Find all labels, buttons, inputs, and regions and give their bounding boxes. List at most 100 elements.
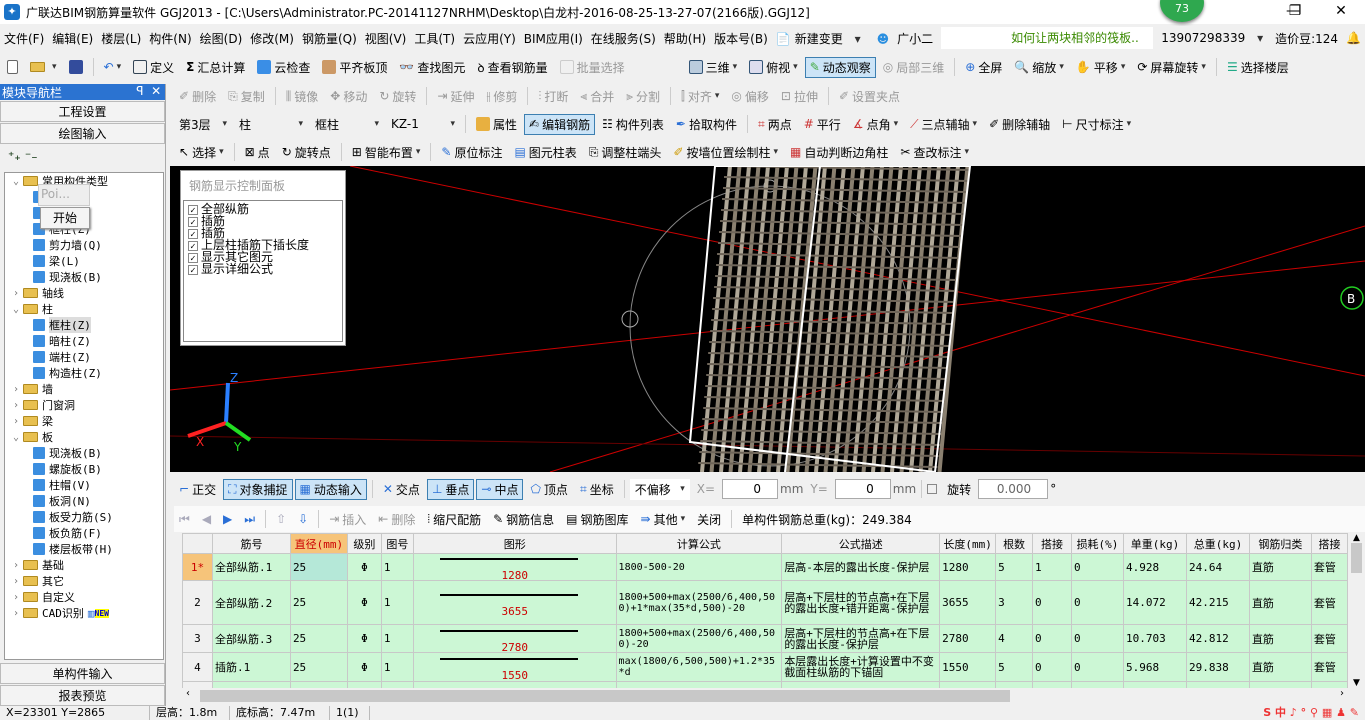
edit-tool-button[interactable]: ⇥ 延伸 — [432, 86, 479, 107]
tree-item[interactable]: 剪力墙(Q) — [5, 237, 163, 253]
tree-item[interactable]: 端柱(Z) — [5, 349, 163, 365]
table-cell[interactable]: 0 — [1071, 580, 1124, 625]
check-annotation-button[interactable]: ✂ 查改标注 ▾ — [895, 142, 974, 163]
menu-help[interactable]: 帮助(H) — [660, 30, 710, 47]
insert-row-button[interactable]: ⇥ 插入 — [324, 509, 371, 530]
drawing-input-button[interactable]: 绘图输入 — [0, 123, 165, 144]
new-change-button[interactable]: 📄 新建变更 ▾ — [772, 30, 869, 47]
rebar-display-option[interactable]: ✓ 显示详细公式 — [188, 263, 338, 275]
new-file-button[interactable] — [2, 58, 23, 76]
menu-cloud[interactable]: 云应用(Y) — [459, 30, 520, 47]
snap-button[interactable]: ⊥ 垂点 — [426, 478, 475, 500]
draw-by-wall-button[interactable]: ✐ 按墙位置绘制柱 ▾ — [668, 142, 783, 163]
column-header[interactable]: 总重(kg) — [1185, 533, 1250, 554]
column-header[interactable]: 长度(mm) — [939, 533, 997, 554]
column-header[interactable]: 公式描述 — [781, 533, 941, 554]
single-input-button[interactable]: 单构件输入 — [0, 663, 165, 684]
table-cell[interactable]: 套管 — [1310, 624, 1348, 653]
subtype-select[interactable]: 框柱 ▾ — [310, 114, 384, 135]
chevron-right-icon[interactable]: › — [9, 416, 23, 427]
edit-tool-button[interactable]: ⎘ 复制 — [223, 86, 270, 107]
tree-item[interactable]: › 其它 — [5, 573, 163, 589]
collapse-all-icon[interactable]: ⁻₋ — [25, 149, 38, 163]
edit-tool-button[interactable]: ✥ 移动 — [325, 86, 372, 107]
vertical-scrollbar[interactable]: ▲ ▼ — [1348, 533, 1365, 688]
rebar-info-button[interactable]: ✎ 钢筋信息 — [488, 509, 559, 530]
checkbox-checked-icon[interactable]: ✓ — [188, 217, 198, 227]
table-cell[interactable]: 29.838 — [1185, 652, 1250, 682]
table-cell[interactable]: 插筋.1 — [211, 652, 291, 682]
project-settings-button[interactable]: 工程设置 — [0, 101, 165, 122]
chevron-right-icon[interactable]: › — [9, 576, 23, 587]
table-cell[interactable]: 0 — [1071, 624, 1124, 653]
snap-button[interactable]: ⬠ 顶点 — [525, 479, 572, 500]
define-button[interactable]: 定义 — [128, 57, 179, 78]
table-cell[interactable]: 5.968 — [1123, 652, 1187, 682]
column-header[interactable]: 单重(kg) — [1123, 533, 1187, 554]
table-cell[interactable]: 2780 — [939, 624, 997, 653]
rotate-angle-input[interactable]: 0.000 — [978, 479, 1049, 499]
report-preview-button[interactable]: 报表预览 — [0, 685, 165, 706]
point-angle-button[interactable]: ∡ 点角 ▾ — [848, 114, 903, 135]
scale-rebar-button[interactable]: ⦙ 缩尺配筋 — [422, 509, 486, 530]
chevron-right-icon[interactable]: › — [9, 592, 23, 603]
align-slab-top-button[interactable]: 平齐板顶 — [317, 57, 392, 78]
three-point-axis-button[interactable]: ⟋ 三点辅轴 ▾ — [905, 114, 982, 135]
top-view-button[interactable]: 俯视 ▾ — [744, 57, 803, 78]
move-up-button[interactable]: ⇧ — [271, 510, 291, 528]
undo-button[interactable]: ↶ ▾ — [99, 58, 127, 76]
tree-item[interactable]: 柱帽(V) — [5, 477, 163, 493]
first-record-button[interactable]: ⏮ — [174, 510, 195, 529]
table-cell[interactable]: 2780 — [412, 624, 617, 653]
select-button[interactable]: ↖ 选择 ▾ — [174, 142, 229, 163]
table-cell[interactable]: 42.215 — [1185, 580, 1250, 625]
tree-item[interactable]: 现浇板(B) — [5, 445, 163, 461]
menu-version[interactable]: 版本号(B) — [710, 30, 772, 47]
summary-calc-button[interactable]: Σ 汇总计算 — [181, 57, 250, 78]
scroll-thumb[interactable] — [1351, 543, 1362, 573]
column-table-button[interactable]: ▤ 图元柱表 — [509, 142, 581, 163]
chevron-down-icon[interactable]: ⌄ — [9, 176, 23, 187]
close-grid-button[interactable]: 关闭 — [692, 509, 726, 530]
tree-item[interactable]: › 墙 — [5, 381, 163, 397]
table-cell[interactable]: 25 — [289, 553, 348, 581]
find-element-button[interactable]: 👓 查找图元 — [394, 57, 470, 78]
column-header[interactable]: 图号 — [380, 533, 414, 554]
tree-item[interactable]: › 门窗洞 — [5, 397, 163, 413]
table-cell[interactable]: 1 — [380, 580, 414, 625]
table-cell[interactable]: 1800-500-20 — [615, 553, 783, 581]
snap-button[interactable]: ⌐ 正交 — [174, 479, 221, 500]
table-cell[interactable]: 1280 — [412, 553, 617, 581]
scroll-left-icon[interactable]: ‹ — [186, 688, 190, 699]
dimension-button[interactable]: ⊢ 尺寸标注 ▾ — [1057, 114, 1136, 135]
table-cell[interactable]: 3 — [995, 580, 1034, 625]
snap-button[interactable]: ⛶ 对象捕捉 — [223, 478, 293, 500]
column-header[interactable]: 损耗(%) — [1071, 533, 1124, 554]
table-cell[interactable]: 0 — [1032, 580, 1073, 625]
edit-tool-button[interactable]: ⫸ 分割 — [621, 86, 665, 107]
tree-item[interactable]: › CAD识别 ▥ NEW — [5, 605, 163, 621]
table-cell[interactable]: 层高+下层柱的节点高+在下层的露出长度-保护层 — [781, 624, 941, 653]
x-offset-input[interactable]: 0 — [722, 479, 778, 499]
menu-edit[interactable]: 编辑(E) — [48, 30, 97, 47]
edit-tool-button[interactable]: ⫶ 打断 — [533, 86, 573, 107]
tree-item[interactable]: 楼层板带(H) — [5, 541, 163, 557]
chevron-right-icon[interactable]: › — [9, 288, 23, 299]
checkbox-checked-icon[interactable]: ✓ — [188, 241, 198, 251]
table-cell[interactable]: 1550 — [939, 652, 997, 682]
scroll-right-icon[interactable]: › — [1340, 688, 1344, 699]
component-select[interactable]: KZ-1 ▾ — [386, 115, 460, 133]
select-floor-button[interactable]: ☰ 选择楼层 — [1222, 57, 1294, 78]
prev-record-button[interactable]: ◀ — [197, 510, 216, 528]
partial-3d-button[interactable]: ◎ 局部三维 — [878, 57, 950, 78]
scroll-down-icon[interactable]: ▼ — [1348, 678, 1365, 688]
checkbox-checked-icon[interactable]: ✓ — [188, 253, 198, 263]
menu-bim[interactable]: BIM应用(I) — [520, 30, 587, 47]
menu-modify[interactable]: 修改(M) — [246, 30, 298, 47]
y-offset-input[interactable]: 0 — [834, 479, 891, 499]
table-cell[interactable]: 直筋 — [1248, 624, 1312, 653]
delete-axis-button[interactable]: ✐ 删除辅轴 — [984, 114, 1055, 135]
menu-floor[interactable]: 楼层(L) — [97, 30, 145, 47]
snap-button[interactable]: ▦ 动态输入 — [294, 478, 367, 500]
close-button[interactable]: ✕ — [1318, 0, 1364, 24]
